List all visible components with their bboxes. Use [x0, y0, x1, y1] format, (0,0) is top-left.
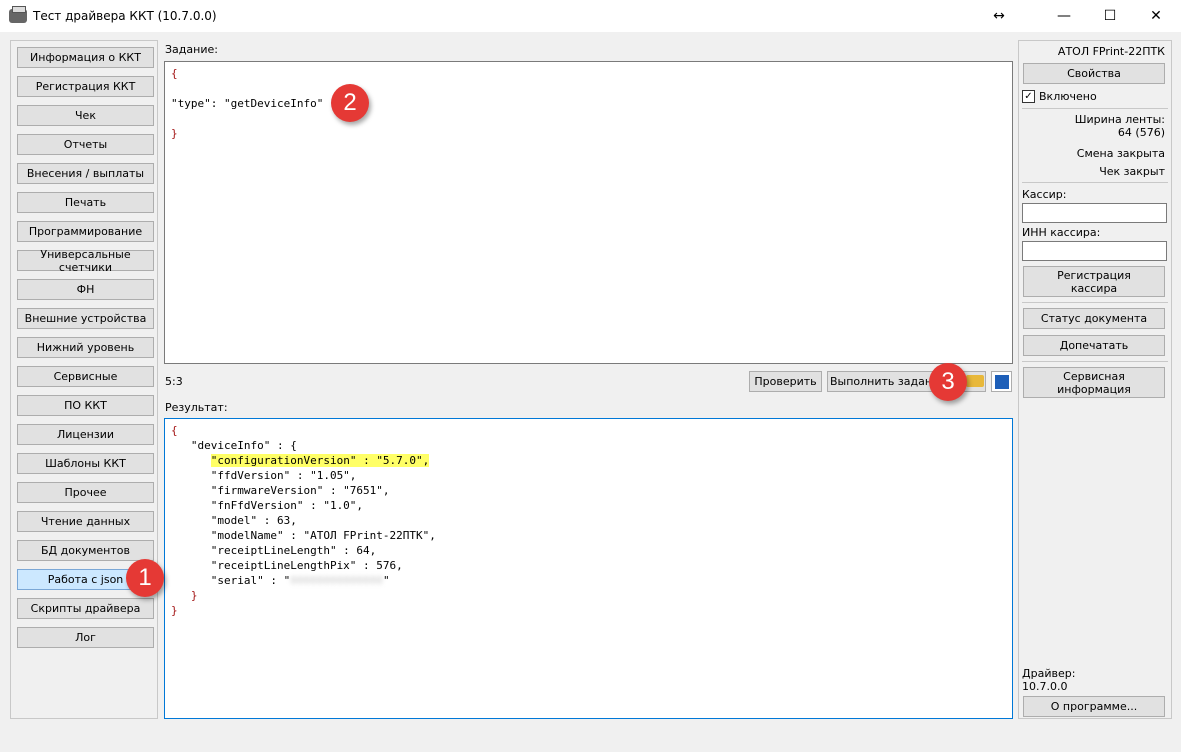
properties-button[interactable]: Свойства — [1023, 63, 1165, 84]
title-bar: Тест драйвера ККТ (10.7.0.0) ↔ — ☐ ✕ — [0, 0, 1181, 32]
reprint-button[interactable]: Допечатать — [1023, 335, 1165, 356]
result-line-text: "fnFfdVersion" : "1.0", — [171, 499, 364, 512]
serial-blurred: 00000000000000 — [290, 574, 383, 587]
result-line: "serial" : "00000000000000" — [171, 574, 390, 587]
enabled-checkbox[interactable]: ✓ — [1022, 90, 1035, 103]
sidebar-item[interactable]: Лицензии — [17, 424, 154, 445]
result-line-text: "ffdVersion" : "1.05", — [171, 469, 357, 482]
document-status-button[interactable]: Статус документа — [1023, 308, 1165, 329]
step-badge-1: 1 — [126, 559, 164, 597]
sidebar-item[interactable]: Информация о ККТ — [17, 47, 154, 68]
result-line: "ffdVersion" : "1.05", — [171, 468, 1006, 483]
sidebar-item[interactable]: Прочее — [17, 482, 154, 503]
result-line: "fnFfdVersion" : "1.0", — [171, 498, 1006, 513]
check-button[interactable]: Проверить — [749, 371, 822, 392]
cursor-position: 5:3 — [165, 375, 183, 388]
result-line-text: "receiptLineLengthPix" : 576, — [171, 559, 403, 572]
sidebar-item[interactable]: Отчеты — [17, 134, 154, 155]
result-line-text: } — [171, 589, 198, 602]
sidebar-item[interactable]: Чтение данных — [17, 511, 154, 532]
save-button[interactable] — [991, 371, 1012, 392]
open-folder-icon[interactable] — [966, 375, 984, 387]
sidebar-item[interactable]: Печать — [17, 192, 154, 213]
window-title: Тест драйвера ККТ (10.7.0.0) — [33, 9, 217, 23]
result-line-text: "receiptLineLength" : 64, — [171, 544, 377, 557]
sidebar-item[interactable]: Универсальные счетчики — [17, 248, 154, 274]
result-line-text: "model" : 63, — [171, 514, 297, 527]
printer-icon — [9, 6, 27, 23]
result-line: } — [171, 603, 1006, 618]
resize-icon: ↔ — [993, 8, 1005, 24]
sidebar-item[interactable]: ФН — [17, 279, 154, 300]
result-line: { — [171, 423, 1006, 438]
result-label: Результат: — [165, 401, 228, 414]
tape-width-label: Ширина ленты: — [1074, 113, 1165, 126]
task-editor[interactable]: { "type": "getDeviceInfo" } — [164, 61, 1013, 364]
result-line: "model" : 63, — [171, 513, 1006, 528]
step-badge-2: 2 — [331, 84, 369, 122]
task-value: "getDeviceInfo" — [224, 97, 324, 110]
inn-label: ИНН кассира: — [1022, 226, 1101, 239]
tape-width-value: 64 (576) — [1117, 126, 1165, 139]
shift-status: Смена закрыта — [1076, 147, 1165, 160]
sidebar-item[interactable]: Лог — [17, 627, 154, 648]
sidebar-item[interactable]: Чек — [17, 105, 154, 126]
driver-version: 10.7.0.0 — [1022, 680, 1068, 693]
result-line: "configurationVersion" : "5.7.0", — [171, 453, 1006, 468]
sidebar-item[interactable]: БД документов — [17, 540, 154, 561]
result-line-text: } — [171, 604, 178, 617]
minimize-button[interactable]: — — [1041, 0, 1087, 32]
sidebar-item[interactable]: Сервисные — [17, 366, 154, 387]
enabled-label: Включено — [1039, 90, 1097, 103]
sidebar-item[interactable]: Внешние устройства — [17, 308, 154, 329]
divider — [1022, 108, 1168, 109]
sidebar-item[interactable]: Внесения / выплаты — [17, 163, 154, 184]
task-open-brace: { — [171, 67, 178, 80]
inn-input[interactable] — [1022, 241, 1167, 261]
driver-label: Драйвер: — [1022, 667, 1076, 680]
result-line: "deviceInfo" : { — [171, 438, 1006, 453]
save-icon — [994, 374, 1009, 389]
sidebar-item[interactable]: ПО ККТ — [17, 395, 154, 416]
service-info-button[interactable]: Сервисная информация — [1023, 367, 1165, 398]
maximize-button[interactable]: ☐ — [1087, 0, 1133, 32]
divider — [1022, 302, 1168, 303]
result-editor[interactable]: { "deviceInfo" : { "configurationVersion… — [164, 418, 1013, 719]
cashier-input[interactable] — [1022, 203, 1167, 223]
result-line: "receiptLineLengthPix" : 576, — [171, 558, 1006, 573]
result-line-text: "configurationVersion" : "5.7.0", — [210, 454, 430, 467]
about-button[interactable]: О программе... — [1023, 696, 1165, 717]
device-name: АТОЛ FPrint-22ПТК — [1057, 45, 1165, 58]
close-button[interactable]: ✕ — [1133, 0, 1179, 32]
result-line: "modelName" : "АТОЛ FPrint-22ПТК", — [171, 528, 1006, 543]
result-line-text: "deviceInfo" : { — [171, 439, 297, 452]
task-key: "type" — [171, 97, 211, 110]
task-label: Задание: — [165, 43, 218, 56]
sidebar-item[interactable]: Скрипты драйвера — [17, 598, 154, 619]
sidebar-item[interactable]: Шаблоны ККТ — [17, 453, 154, 474]
result-line: } — [171, 588, 1006, 603]
sidebar-item[interactable]: Программирование — [17, 221, 154, 242]
result-line-text: "serial" : " — [171, 574, 291, 587]
result-line-text: { — [171, 424, 178, 437]
result-line-text: "firmwareVersion" : "7651", — [171, 484, 390, 497]
sidebar: Информация о ККТ Регистрация ККТ Чек Отчеты… — [10, 40, 158, 719]
result-line: "receiptLineLength" : 64, — [171, 543, 1006, 558]
divider — [1022, 182, 1168, 183]
right-panel: АТОЛ FPrint-22ПТК Свойства ✓ Включено Ши… — [1018, 40, 1172, 719]
result-line-text: "modelName" : "АТОЛ FPrint-22ПТК", — [171, 529, 436, 542]
task-close-brace: } — [171, 127, 178, 140]
task-colon: : — [210, 97, 224, 110]
receipt-status: Чек закрыт — [1099, 165, 1165, 178]
sidebar-item[interactable]: Регистрация ККТ — [17, 76, 154, 97]
cashier-label: Кассир: — [1022, 188, 1067, 201]
sidebar-item[interactable]: Нижний уровень — [17, 337, 154, 358]
divider — [1022, 361, 1168, 362]
result-line: "firmwareVersion" : "7651", — [171, 483, 1006, 498]
register-cashier-button[interactable]: Регистрация кассира — [1023, 266, 1165, 297]
step-badge-3: 3 — [929, 363, 967, 401]
